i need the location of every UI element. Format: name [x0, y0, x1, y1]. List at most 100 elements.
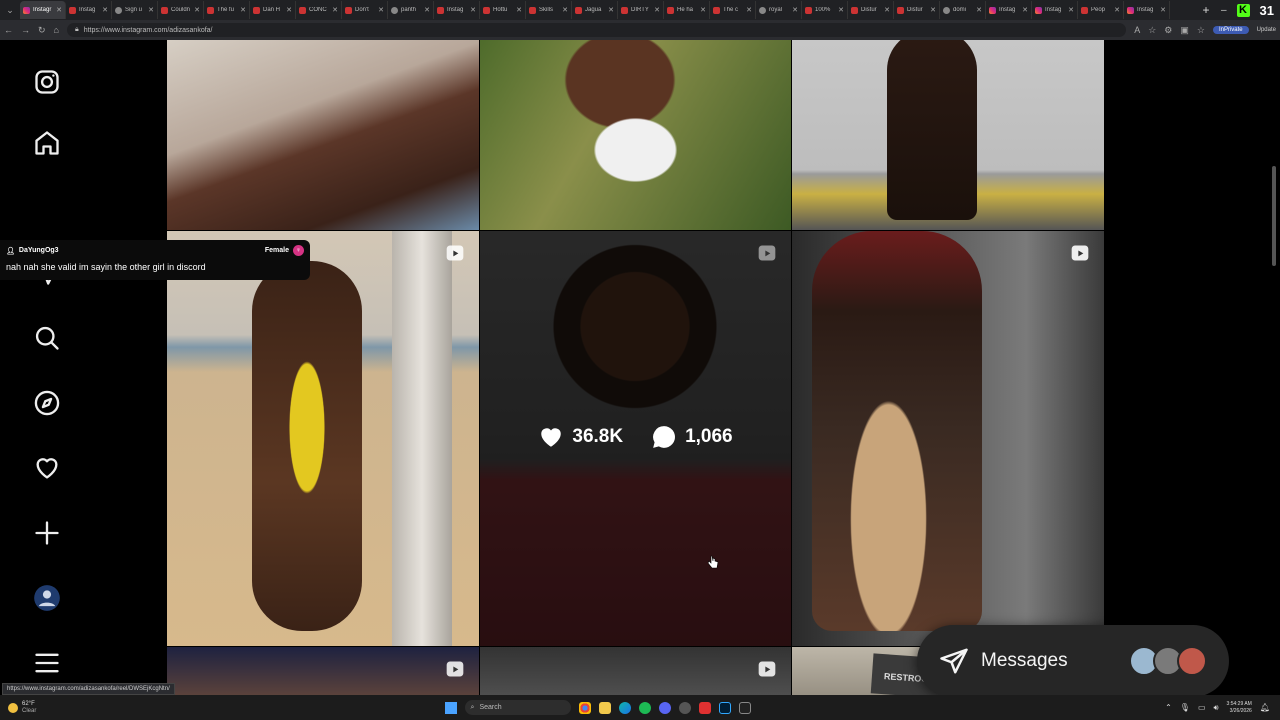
notifications-icon[interactable]: [32, 453, 62, 483]
page-scrollbar[interactable]: [1270, 40, 1278, 695]
close-tab-icon[interactable]: ✕: [562, 6, 568, 14]
browser-tab[interactable]: Instag ✕: [66, 1, 112, 19]
close-tab-icon[interactable]: ✕: [240, 6, 246, 14]
more-menu-icon[interactable]: [32, 648, 62, 678]
browser-tab[interactable]: Instagr ✕: [20, 1, 66, 19]
favorites-bar-icon[interactable]: ☆: [1197, 25, 1205, 36]
browser-tab[interactable]: domi ✕: [940, 1, 986, 19]
browser-tab[interactable]: Jagua ✕: [572, 1, 618, 19]
browser-tab[interactable]: Hottu ✕: [480, 1, 526, 19]
browser-tab[interactable]: royal ✕: [756, 1, 802, 19]
settings-icon[interactable]: [678, 701, 691, 714]
browser-tab[interactable]: Distur ✕: [894, 1, 940, 19]
browser-tab[interactable]: Peop ✕: [1078, 1, 1124, 19]
close-tab-icon[interactable]: ✕: [470, 6, 476, 14]
terminal-icon[interactable]: [738, 701, 751, 714]
windows-start-icon[interactable]: [444, 701, 457, 714]
instagram-icon[interactable]: [32, 67, 62, 97]
close-tab-icon[interactable]: ✕: [286, 6, 292, 14]
acrobat-icon[interactable]: [698, 701, 711, 714]
browser-tab[interactable]: He ha ✕: [664, 1, 710, 19]
close-tab-icon[interactable]: ✕: [700, 6, 706, 14]
tab-actions-menu-icon[interactable]: ⌄: [0, 0, 20, 20]
browser-tab[interactable]: Instag ✕: [1124, 1, 1170, 19]
explore-icon[interactable]: [32, 388, 62, 418]
browser-tab[interactable]: Instag ✕: [434, 1, 480, 19]
browser-tab[interactable]: CONC ✕: [296, 1, 342, 19]
photoshop-icon[interactable]: [718, 701, 731, 714]
reader-view-icon[interactable]: A: [1134, 25, 1140, 35]
reel-tile[interactable]: [167, 231, 479, 646]
close-tab-icon[interactable]: ✕: [976, 6, 982, 14]
close-tab-icon[interactable]: ✕: [1068, 6, 1074, 14]
profile-avatar[interactable]: [32, 583, 62, 613]
network-icon[interactable]: ▭: [1198, 703, 1206, 712]
home-browser-icon[interactable]: ⌂: [54, 25, 59, 35]
browser-tab[interactable]: Instag ✕: [986, 1, 1032, 19]
post-tile[interactable]: [480, 40, 791, 230]
reel-tile[interactable]: [792, 231, 1104, 646]
browser-tab[interactable]: 100% ✕: [802, 1, 848, 19]
taskbar-clock[interactable]: 3:54:29 AM 3/26/2026: [1227, 701, 1252, 715]
close-tab-icon[interactable]: ✕: [1160, 6, 1166, 14]
notification-bell-icon[interactable]: 🔔︎: [1260, 703, 1270, 712]
close-tab-icon[interactable]: ✕: [56, 6, 62, 14]
reel-tile-hovered[interactable]: 36.8K 1,066: [480, 231, 791, 646]
microphone-icon[interactable]: 🎙︎: [1180, 703, 1190, 712]
close-tab-icon[interactable]: ✕: [930, 6, 936, 14]
extensions-icon[interactable]: ⚙: [1164, 25, 1172, 36]
browser-tab[interactable]: Don't ✕: [342, 1, 388, 19]
browser-tab[interactable]: Instag ✕: [1032, 1, 1078, 19]
close-tab-icon[interactable]: ✕: [194, 6, 200, 14]
browser-tab[interactable]: Sign u ✕: [112, 1, 158, 19]
close-tab-icon[interactable]: ✕: [792, 6, 798, 14]
messages-widget[interactable]: Messages: [917, 625, 1229, 695]
close-tab-icon[interactable]: ✕: [424, 6, 430, 14]
post-tile[interactable]: [792, 40, 1104, 230]
taskbar-search[interactable]: ⌕ Search: [464, 700, 571, 715]
close-tab-icon[interactable]: ✕: [654, 6, 660, 14]
browser-tab[interactable]: The fu ✕: [204, 1, 250, 19]
post-tile[interactable]: [167, 40, 479, 230]
update-button[interactable]: Update: [1257, 27, 1276, 33]
close-tab-icon[interactable]: ✕: [838, 6, 844, 14]
close-tab-icon[interactable]: ✕: [1022, 6, 1028, 14]
close-tab-icon[interactable]: ✕: [746, 6, 752, 14]
browser-tab[interactable]: Dan H ✕: [250, 1, 296, 19]
split-screen-icon[interactable]: ▣: [1180, 25, 1189, 36]
close-tab-icon[interactable]: ✕: [102, 6, 108, 14]
file-explorer-icon[interactable]: [598, 701, 611, 714]
volume-icon[interactable]: 🔊︎: [1214, 703, 1219, 713]
scrollbar-thumb[interactable]: [1272, 166, 1276, 266]
close-tab-icon[interactable]: ✕: [378, 6, 384, 14]
chrome-icon[interactable]: [578, 701, 591, 714]
tray-chevron-icon[interactable]: ⌃: [1165, 703, 1172, 712]
back-icon[interactable]: ←: [4, 25, 13, 35]
close-tab-icon[interactable]: ✕: [1114, 6, 1120, 14]
close-tab-icon[interactable]: ✕: [608, 6, 614, 14]
address-bar[interactable]: 🔒︎ https://www.instagram.com/adizasankof…: [66, 23, 1127, 37]
close-tab-icon[interactable]: ✕: [516, 6, 522, 14]
browser-tab[interactable]: Skills ✕: [526, 1, 572, 19]
browser-tab[interactable]: Couldn ✕: [158, 1, 204, 19]
close-tab-icon[interactable]: ✕: [148, 6, 154, 14]
forward-icon[interactable]: →: [21, 25, 30, 35]
reel-tile[interactable]: [480, 647, 791, 695]
browser-tab[interactable]: Distur ✕: [848, 1, 894, 19]
create-icon[interactable]: [32, 518, 62, 548]
refresh-icon[interactable]: ↻: [38, 25, 46, 36]
close-tab-icon[interactable]: ✕: [884, 6, 890, 14]
edge-icon[interactable]: [618, 701, 631, 714]
minimize-icon[interactable]: –: [1221, 5, 1227, 16]
close-tab-icon[interactable]: ✕: [332, 6, 338, 14]
browser-tab[interactable]: DIRTY ✕: [618, 1, 664, 19]
inprivate-badge[interactable]: InPrivate: [1212, 26, 1249, 34]
home-icon[interactable]: [32, 128, 62, 158]
spotify-icon[interactable]: [638, 701, 651, 714]
favorite-star-icon[interactable]: ☆: [1148, 25, 1156, 36]
reel-tile[interactable]: [167, 647, 479, 695]
new-tab-button[interactable]: +: [1197, 3, 1215, 17]
browser-tab[interactable]: The c ✕: [710, 1, 756, 19]
browser-tab[interactable]: panth ✕: [388, 1, 434, 19]
search-icon[interactable]: [32, 323, 62, 353]
